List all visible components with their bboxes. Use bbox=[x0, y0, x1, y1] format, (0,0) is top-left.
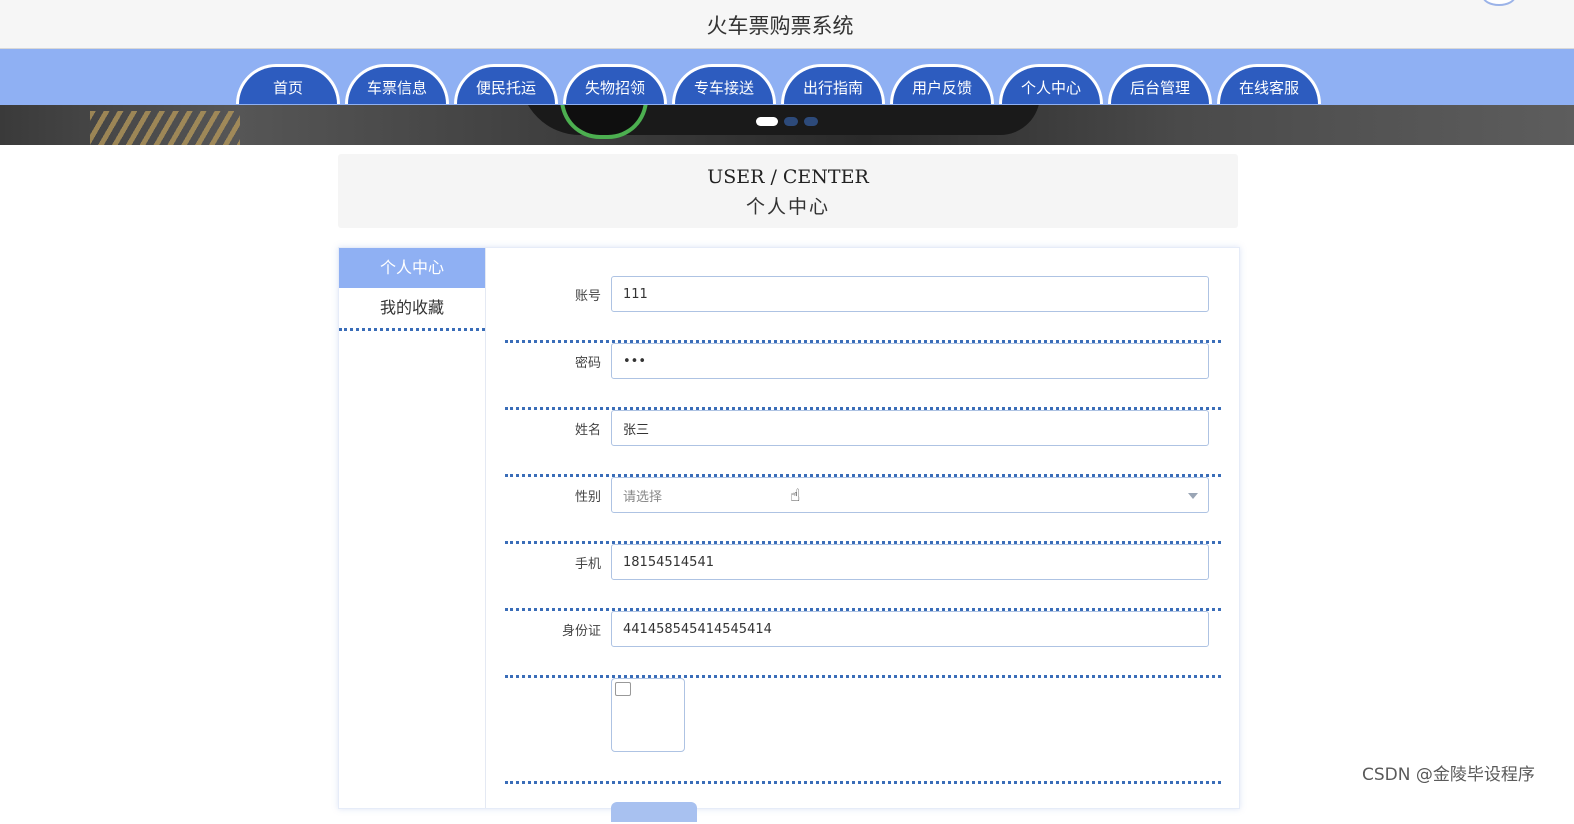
nav-item-consignment[interactable]: 便民托运 bbox=[454, 64, 558, 104]
section-title-en: USER / CENTER bbox=[707, 166, 869, 188]
account-label: 账号 bbox=[574, 289, 601, 304]
site-title: 火车票购票系统 bbox=[706, 14, 854, 38]
form-actions bbox=[505, 784, 1221, 824]
nav-item-user-center[interactable]: 个人中心 bbox=[999, 64, 1103, 104]
sidebar: 个人中心 我的收藏 bbox=[339, 248, 486, 808]
carousel-dot-1[interactable] bbox=[756, 117, 778, 126]
form-row-password: 密码 bbox=[505, 343, 1221, 410]
avatar-upload[interactable] bbox=[611, 678, 685, 752]
nav-item-car-service[interactable]: 专车接送 bbox=[672, 64, 776, 104]
gender-select[interactable]: 请选择 ☝ bbox=[611, 477, 1209, 513]
user-center-panel: 个人中心 我的收藏 账号 密码 姓名 性别 请选择 ☝ 手机 bbox=[338, 247, 1240, 822]
carousel-indicators bbox=[756, 117, 818, 126]
gender-label: 性别 bbox=[574, 490, 601, 505]
account-input[interactable] bbox=[611, 276, 1209, 312]
banner-carousel bbox=[0, 105, 1574, 145]
carousel-dot-3[interactable] bbox=[804, 117, 818, 126]
form-row-name: 姓名 bbox=[505, 410, 1221, 477]
carousel-dot-2[interactable] bbox=[784, 117, 798, 126]
top-header: 火车票购票系统 bbox=[0, 0, 1574, 49]
section-heading: USER / CENTER 个人中心 bbox=[338, 154, 1238, 228]
idcard-input[interactable] bbox=[611, 611, 1209, 647]
phone-input[interactable] bbox=[611, 544, 1209, 580]
broken-image-icon bbox=[615, 682, 631, 696]
form-row-idcard: 身份证 bbox=[505, 611, 1221, 678]
profile-form: 账号 密码 姓名 性别 请选择 ☝ 手机 身份证 bbox=[505, 276, 1221, 824]
watermark: CSDN @金陵毕设程序 bbox=[1362, 765, 1535, 785]
nav-item-lost-found[interactable]: 失物招领 bbox=[563, 64, 667, 104]
avatar-icon[interactable] bbox=[1482, 0, 1516, 6]
password-label: 密码 bbox=[574, 356, 601, 371]
chevron-down-icon bbox=[1188, 493, 1198, 499]
nav-item-admin[interactable]: 后台管理 bbox=[1108, 64, 1212, 104]
gender-select-placeholder: 请选择 bbox=[623, 489, 663, 505]
name-input[interactable] bbox=[611, 410, 1209, 446]
banner-image bbox=[90, 111, 240, 145]
sidebar-item-favorites[interactable]: 我的收藏 bbox=[339, 288, 485, 331]
phone-label: 手机 bbox=[574, 557, 601, 572]
section-title-cn: 个人中心 bbox=[745, 196, 830, 218]
form-row-gender: 性别 请选择 ☝ bbox=[505, 477, 1221, 544]
nav-item-feedback[interactable]: 用户反馈 bbox=[890, 64, 994, 104]
nav-item-travel-guide[interactable]: 出行指南 bbox=[781, 64, 885, 104]
submit-button[interactable] bbox=[611, 802, 697, 822]
nav-list: 首页 车票信息 便民托运 失物招领 专车接送 出行指南 用户反馈 个人中心 后台… bbox=[236, 64, 1321, 106]
nav-item-home[interactable]: 首页 bbox=[236, 64, 340, 104]
sidebar-item-user-center[interactable]: 个人中心 bbox=[339, 248, 485, 288]
form-row-account: 账号 bbox=[505, 276, 1221, 343]
nav-item-ticket-info[interactable]: 车票信息 bbox=[345, 64, 449, 104]
idcard-label: 身份证 bbox=[561, 624, 601, 639]
hand-cursor-icon: ☝ bbox=[790, 486, 801, 506]
form-row-photo bbox=[505, 678, 1221, 784]
password-input[interactable] bbox=[611, 343, 1209, 379]
name-label: 姓名 bbox=[574, 423, 601, 438]
nav-item-online-service[interactable]: 在线客服 bbox=[1217, 64, 1321, 104]
form-row-phone: 手机 bbox=[505, 544, 1221, 611]
main-nav: 首页 车票信息 便民托运 失物招领 专车接送 出行指南 用户反馈 个人中心 后台… bbox=[0, 49, 1574, 105]
